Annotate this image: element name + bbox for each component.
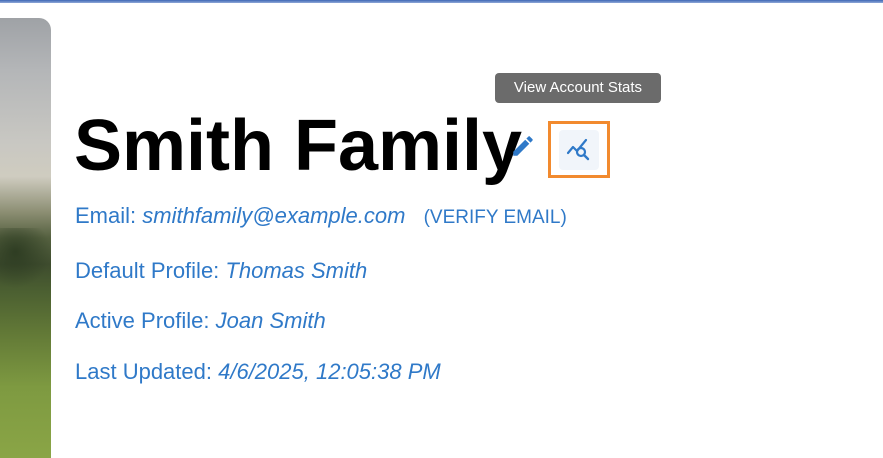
landscape-banner-image [0, 18, 51, 458]
email-value: smithfamily@example.com [142, 203, 406, 228]
default-profile-label: Default Profile: [75, 258, 220, 283]
view-account-stats-button[interactable] [548, 121, 610, 178]
pencil-icon [513, 136, 533, 156]
edit-button[interactable] [510, 133, 536, 159]
chart-search-icon [566, 138, 590, 160]
email-row: Email: smithfamily@example.com (VERIFY E… [75, 203, 567, 229]
active-profile-label: Active Profile: [75, 308, 210, 333]
tooltip: View Account Stats [495, 73, 661, 103]
default-profile-row: Default Profile: Thomas Smith [75, 258, 367, 284]
verify-email-link[interactable]: (VERIFY EMAIL) [424, 207, 567, 228]
page-title: Smith Family [74, 106, 523, 186]
top-border [0, 0, 883, 3]
active-profile-value: Joan Smith [215, 308, 326, 333]
default-profile-value: Thomas Smith [225, 258, 368, 283]
last-updated-row: Last Updated: 4/6/2025, 12:05:38 PM [75, 359, 441, 385]
last-updated-value: 4/6/2025, 12:05:38 PM [218, 359, 441, 384]
email-label: Email: [75, 203, 137, 228]
active-profile-row: Active Profile: Joan Smith [75, 308, 326, 334]
last-updated-label: Last Updated: [75, 359, 212, 384]
